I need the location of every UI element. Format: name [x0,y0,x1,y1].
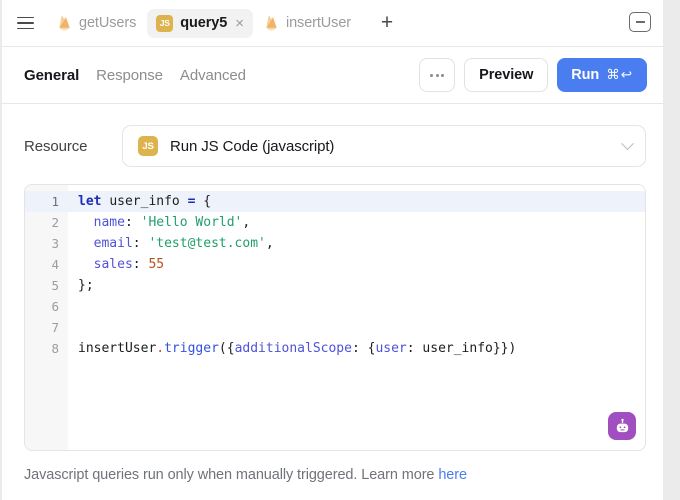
line-number: 7 [51,320,59,335]
line-number: 1∨ [25,191,76,212]
code-token: 'test@test.com' [148,236,266,251]
code-token: : [124,215,141,230]
run-shortcut-hint: ⌘↩ [606,67,633,82]
run-button-label: Run [571,67,600,83]
more-options-button[interactable] [419,58,456,92]
preview-button[interactable]: Preview [464,58,549,92]
add-tab-button[interactable]: + [372,8,402,38]
code-token: 'Hello World' [140,215,243,230]
code-token: , [242,215,251,230]
tab-label: query5 [180,15,228,31]
code-line: let user_info = { [68,191,645,212]
editor-code-area[interactable]: let user_info = { name: 'Hello World', e… [68,185,645,450]
code-line: }; [68,275,645,296]
code-line: insertUser.trigger({additionalScope: {us… [68,338,645,359]
line-number: 3 [51,236,59,251]
tab-response[interactable]: Response [96,67,163,84]
close-icon[interactable]: × [235,16,244,31]
code-line: sales: 55 [68,254,645,275]
tab-advanced[interactable]: Advanced [180,67,246,84]
code-token: insertUser [78,341,157,356]
line-number: 6 [51,299,59,314]
code-token: name [93,215,125,230]
resource-select-value: Run JS Code (javascript) [170,137,335,155]
learn-more-link[interactable]: here [438,467,467,483]
tab-label: getUsers [79,15,137,31]
firebase-flame-icon [57,15,72,32]
code-token: { [203,194,212,209]
line-number: 5 [51,278,59,293]
code-token: email [93,236,133,251]
footer-text: Javascript queries run only when manuall… [24,467,439,483]
firebase-flame-icon [264,15,279,32]
code-line: name: 'Hello World', [68,212,645,233]
code-token: let [78,194,110,209]
line-number: 8 [51,341,59,356]
code-token: : { [351,341,376,356]
line-number: 2 [51,215,59,230]
minimize-icon[interactable] [629,12,651,32]
tab-list: getUsers JS query5 × insertUser [48,8,362,38]
code-token: user_info [109,194,188,209]
tab-query5[interactable]: JS query5 × [147,8,253,38]
line-number: 4 [51,257,59,272]
code-token: : [132,236,149,251]
code-token: sales [93,257,133,272]
code-token: user [375,341,407,356]
code-token: 55 [148,257,165,272]
js-badge-icon: JS [156,14,174,32]
js-badge-icon: JS [138,136,158,156]
resource-select[interactable]: JS Run JS Code (javascript) [122,125,646,167]
resource-label: Resource [24,137,88,155]
tab-label: insertUser [285,15,352,31]
code-token: }; [78,278,94,293]
code-token: : [132,257,149,272]
code-token: . [156,341,165,356]
query-editor-panel: getUsers JS query5 × insertUser + General Re… [2,0,663,500]
code-token: trigger [164,341,219,356]
more-dots-icon [430,73,445,77]
code-token: = [187,194,204,209]
chevron-down-icon [621,136,634,150]
hamburger-menu-icon[interactable] [12,10,38,36]
robot-icon[interactable] [608,412,636,440]
query-toolbar: General Response Advanced Preview Run ⌘↩ [2,47,663,104]
code-line: email: 'test@test.com', [68,233,645,254]
code-token: : user_info}}) [406,341,517,356]
code-token: , [265,236,274,251]
editor-footer-note: Javascript queries run only when manuall… [2,451,663,483]
tab-bar: getUsers JS query5 × insertUser + [2,0,663,47]
tab-general[interactable]: General [24,67,79,84]
tab-insertuser[interactable]: insertUser [255,9,360,38]
code-editor[interactable]: 1∨ 2 3 4 5 6 7 8 let user_info = { name: 'Hello… [24,184,646,451]
code-token: additionalScope [234,341,352,356]
run-button[interactable]: Run ⌘↩ [557,58,647,92]
resource-row: Resource JS Run JS Code (javascript) [2,104,663,167]
editor-gutter: 1∨ 2 3 4 5 6 7 8 [25,185,76,450]
code-token: ({ [218,341,235,356]
tab-getusers[interactable]: getUsers [48,9,145,38]
